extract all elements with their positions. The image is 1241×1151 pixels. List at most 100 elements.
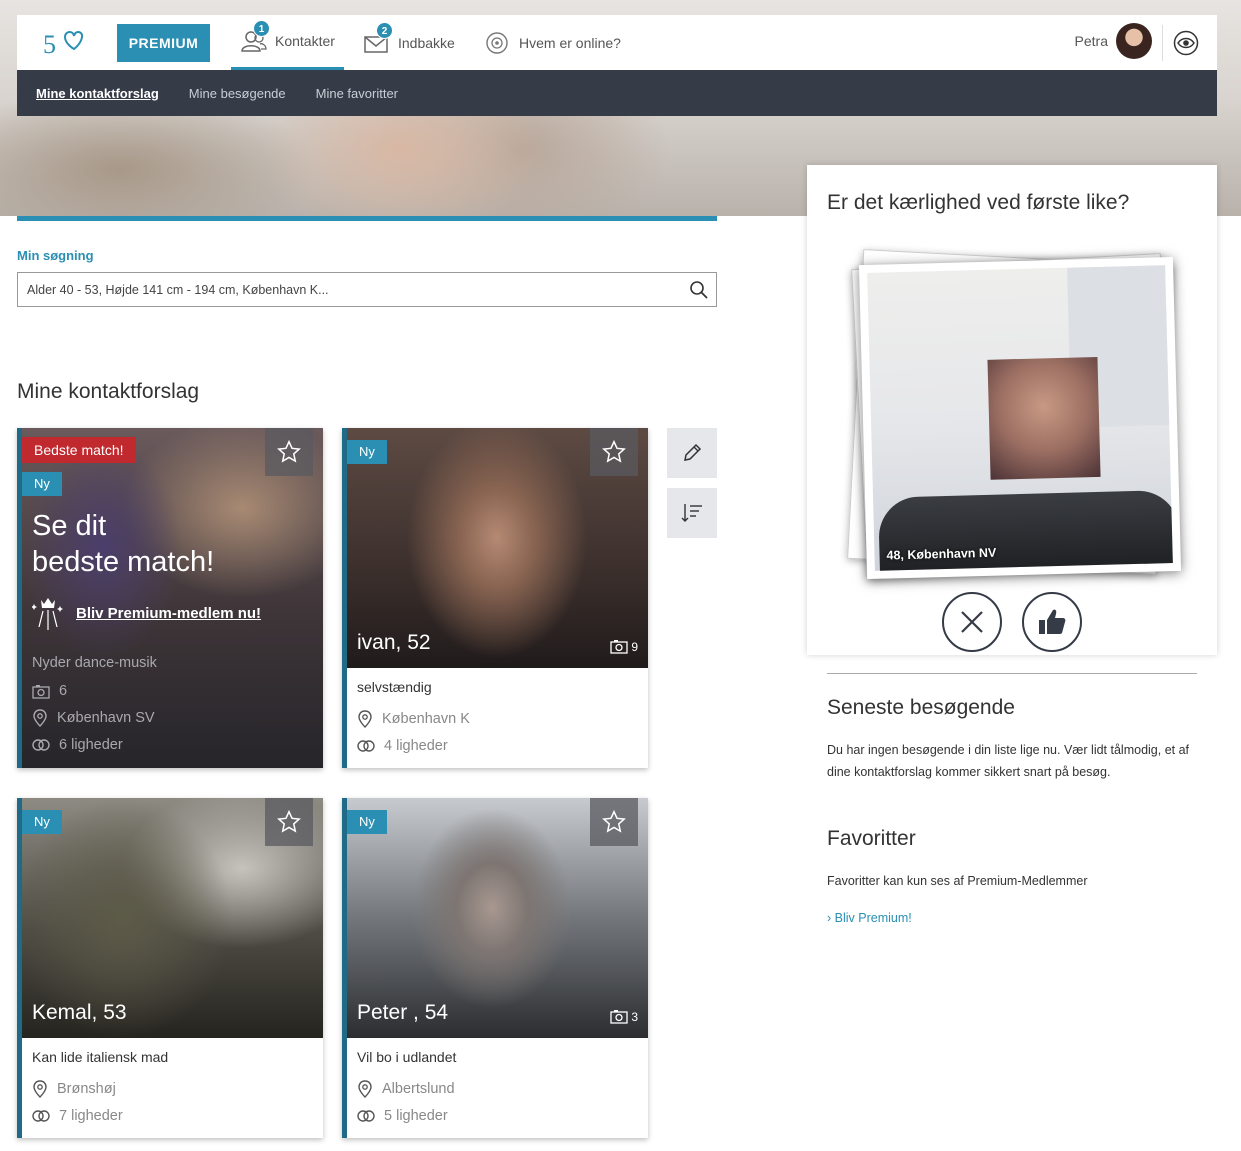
profile-card[interactable]: Ny Kemal, 53 Kan lide italiensk mad Brøn… (17, 798, 323, 1138)
rings-icon (32, 1110, 50, 1122)
star-icon (602, 439, 626, 463)
new-tag: Ny (347, 440, 387, 464)
like-button[interactable] (1022, 592, 1082, 652)
photo-stack[interactable]: 48, København NV (847, 249, 1182, 587)
likes-value: 6 ligheder (59, 737, 123, 753)
photo-count-value: 6 (59, 683, 68, 699)
user-menu[interactable]: Petra (1075, 23, 1152, 59)
nav-online-label: Hvem er online? (519, 34, 621, 51)
avatar (1116, 23, 1152, 59)
location-value: København K (382, 711, 470, 727)
like-game-panel: Er det kærlighed ved første like? 48, Kø… (807, 165, 1217, 655)
favorites-text: Favoritter kan kun ses af Premium-Medlem… (827, 874, 1088, 888)
dislike-button[interactable] (942, 592, 1002, 652)
location-value: Albertslund (382, 1081, 455, 1097)
divider (1162, 25, 1163, 61)
best-match-tag: Bedste match! (22, 437, 136, 463)
camera-icon (610, 640, 628, 654)
photo-count: 3 (610, 1009, 638, 1024)
profile-description: Vil bo i udlandet (357, 1049, 457, 1065)
pencil-icon (684, 443, 702, 461)
likes: 5 ligheder (357, 1108, 448, 1124)
location: København SV (32, 709, 155, 727)
user-name: Petra (1074, 33, 1108, 49)
favorite-star-button[interactable] (590, 428, 638, 476)
likes: 6 ligheder (32, 737, 123, 753)
new-tag: Ny (22, 810, 62, 834)
profile-name: Kemal, 53 (32, 1001, 127, 1024)
likes-value: 5 ligheder (384, 1108, 448, 1124)
close-icon (961, 611, 983, 633)
logo[interactable]: 5 (43, 27, 83, 59)
visitors-text: Du har ingen besøgende i din liste lige … (827, 743, 1190, 779)
location-value: Brønshøj (57, 1081, 116, 1097)
new-tag: Ny (347, 810, 387, 834)
photo-count-value: 3 (631, 1009, 638, 1024)
location-pin-icon (358, 1080, 372, 1098)
divider (827, 673, 1197, 674)
likes-value: 4 ligheder (384, 738, 448, 754)
premium-link[interactable]: › Bliv Premium! (827, 911, 912, 925)
location-pin-icon (33, 709, 47, 727)
sort-icon (681, 504, 702, 522)
contacts-badge: 1 (253, 20, 270, 37)
location: København K (357, 710, 470, 728)
new-tag: Ny (22, 472, 62, 496)
search-icon[interactable] (689, 280, 708, 299)
photo-count-value: 9 (631, 639, 638, 654)
best-match-card[interactable]: Bedste match! Ny Se dit bedste match! Bl… (17, 428, 323, 768)
sort-button[interactable] (667, 488, 717, 538)
contacts-icon: 1 (241, 20, 270, 53)
crown-sparkle-icon (32, 598, 63, 630)
camera-icon (610, 1010, 628, 1024)
nav-kontakter-label: Kontakter (275, 33, 335, 49)
profile-name: ivan, 52 (357, 631, 431, 654)
online-radar-icon (485, 31, 511, 55)
profile-description: selvstændig (357, 679, 432, 695)
profile-photo-image: 48, København NV (867, 265, 1173, 571)
nav-kontakter[interactable]: 1 Kontakter (231, 15, 344, 70)
nav-hvem-er-online[interactable]: Hvem er online? (485, 15, 621, 70)
location: Albertslund (357, 1080, 455, 1098)
nav-indbakke[interactable]: 2 Indbakke (364, 15, 455, 70)
location-pin-icon (358, 710, 372, 728)
favorite-star-button[interactable] (265, 428, 313, 476)
premium-link-label: Bliv Premium! (834, 911, 912, 925)
promo-title-line2: bedste match! (32, 546, 215, 578)
chevron-right-icon: › (827, 911, 832, 925)
like-caption: 48, København NV (886, 545, 997, 563)
eye-icon[interactable] (1173, 30, 1199, 56)
premium-button[interactable]: PREMIUM (117, 24, 210, 62)
thumbs-up-icon (1039, 609, 1066, 634)
search-input[interactable] (18, 273, 678, 306)
star-icon (602, 809, 626, 833)
likes-value: 7 ligheder (59, 1108, 123, 1124)
star-icon (277, 439, 301, 463)
edit-button[interactable] (667, 428, 717, 478)
profile-card[interactable]: Ny ivan, 52 9 selvstændig København K 4 … (342, 428, 648, 768)
interest-text: Nyder dance-musik (32, 655, 157, 671)
visitors-title: Seneste besøgende (827, 696, 1015, 719)
subnav-mine-besogende[interactable]: Mine besøgende (189, 86, 286, 101)
subnav-mine-kontaktforslag[interactable]: Mine kontaktforslag (36, 86, 159, 101)
section-title: Mine kontaktforslag (17, 380, 200, 403)
camera-icon (32, 684, 50, 699)
search-label: Min søgning (17, 248, 94, 263)
profile-description: Kan lide italiensk mad (32, 1049, 169, 1065)
suggested-profile-photo[interactable]: 48, København NV (858, 256, 1182, 580)
location-value: København SV (57, 710, 155, 726)
favorite-star-button[interactable] (590, 798, 638, 846)
photo-count: 6 (32, 683, 67, 699)
profile-card[interactable]: Ny Peter , 54 3 Vil bo i udlandet Albert… (342, 798, 648, 1138)
rings-icon (357, 1110, 375, 1122)
subnav-mine-favoritter[interactable]: Mine favoritter (316, 86, 398, 101)
photo-count: 9 (610, 639, 638, 654)
nav-indbakke-label: Indbakke (398, 34, 455, 51)
rings-icon (357, 740, 375, 752)
favorite-star-button[interactable] (265, 798, 313, 846)
top-navigation: 5 PREMIUM 1 Kontakter 2 Indbakke Hvem er… (17, 15, 1217, 70)
premium-promo-link[interactable]: Bliv Premium-medlem nu! (32, 594, 261, 632)
hero-accent-line (17, 216, 717, 221)
promo-title: Se dit bedste match! (32, 508, 214, 580)
promo-title-line1: Se dit (32, 510, 107, 542)
